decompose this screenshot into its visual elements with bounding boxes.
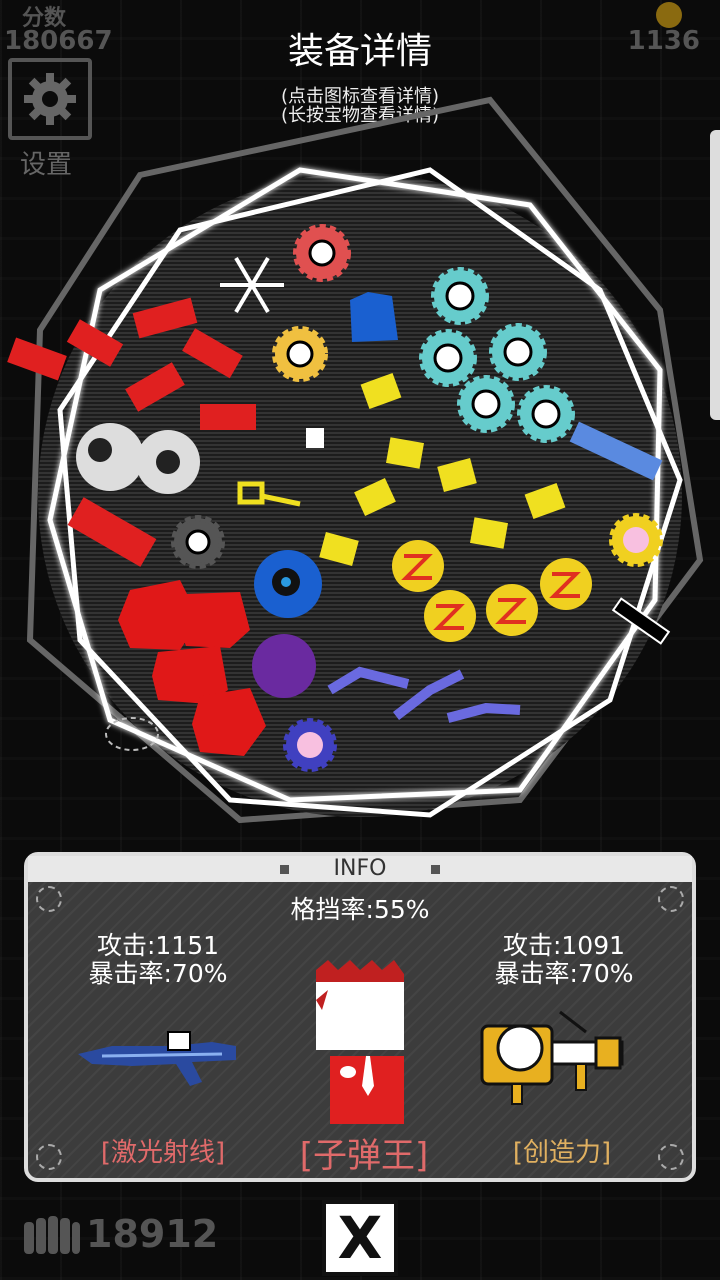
character-avatar[interactable]: [308, 960, 418, 1130]
bullet-count: 18912: [86, 1212, 219, 1256]
laser-gun-icon[interactable]: [72, 1024, 242, 1094]
blue-crystal-item[interactable]: [350, 292, 398, 342]
screw-icon: [658, 1144, 684, 1170]
white-cube-item[interactable]: [306, 428, 324, 448]
equipment-collection: [7, 96, 704, 824]
left-weapon-attack: 攻击:1151: [96, 931, 220, 960]
bullets-icon: [24, 1216, 80, 1254]
close-button[interactable]: X: [322, 1200, 398, 1276]
info-header: INFO: [28, 856, 692, 882]
header-dot: [280, 865, 289, 874]
right-weapon-name[interactable]: [创造力]: [472, 1132, 652, 1169]
header-dot: [431, 865, 440, 874]
left-weapon-name[interactable]: [激光射线]: [68, 1132, 258, 1169]
info-header-label: INFO: [333, 856, 387, 881]
left-weapon-stats: 攻击:1151 暴击率:70%: [68, 932, 248, 988]
creativity-weapon-icon[interactable]: [476, 1002, 626, 1106]
character-name[interactable]: [子弹王]: [264, 1128, 464, 1177]
left-weapon-crit: 暴击率:70%: [88, 959, 228, 988]
blue-ring-item[interactable]: [254, 550, 322, 618]
right-weapon-crit: 暴击率:70%: [494, 959, 634, 988]
info-panel: INFO 格挡率:55% 攻击:1151 暴击率:70% 攻击:1091 暴击率…: [24, 852, 696, 1182]
screw-icon: [36, 1144, 62, 1170]
right-weapon-attack: 攻击:1091: [502, 931, 626, 960]
block-rate: 格挡率:55%: [290, 895, 430, 924]
right-weapon-stats: 攻击:1091 暴击率:70%: [474, 932, 654, 988]
purple-orb-item[interactable]: [252, 634, 316, 698]
close-icon: X: [337, 1204, 383, 1272]
